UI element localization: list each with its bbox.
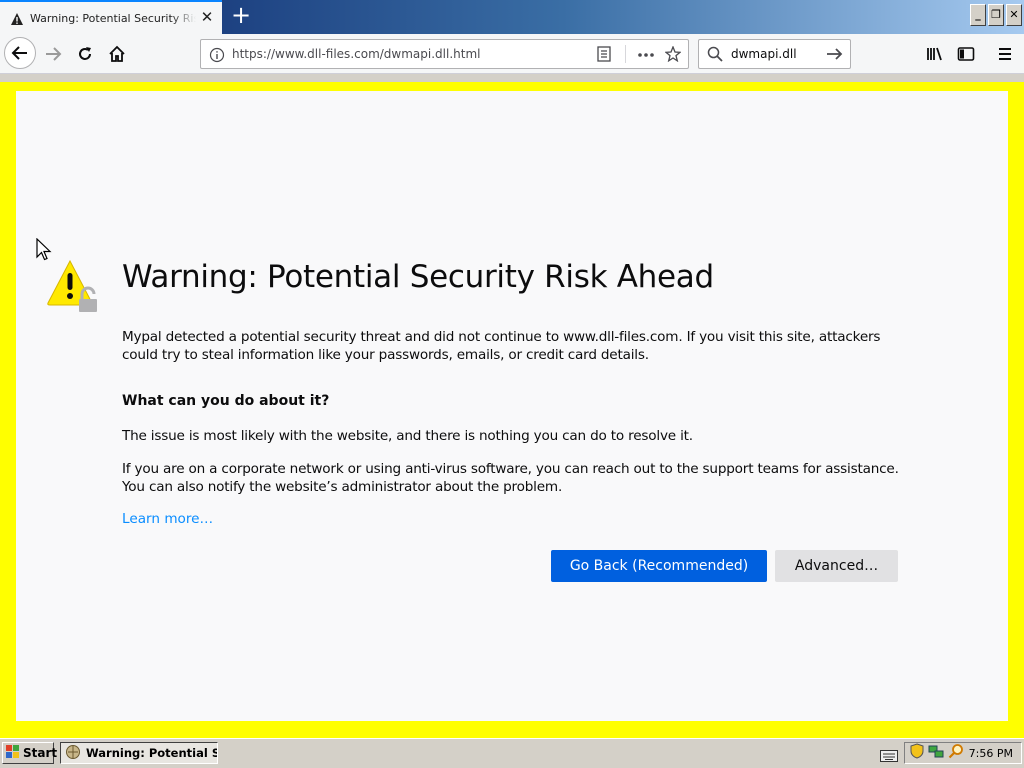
search-bar[interactable]: dwmapi.dll (698, 39, 851, 69)
reload-icon (79, 47, 91, 60)
browser-app-icon (65, 744, 81, 763)
system-tray: 7:56 PM (904, 742, 1022, 764)
security-warning-icon (46, 259, 100, 313)
hamburger-menu-icon (999, 48, 1011, 60)
intro-text: Mypal detected a potential security thre… (122, 329, 881, 363)
library-button[interactable] (920, 39, 950, 69)
back-button[interactable] (4, 37, 36, 69)
page-frame: Warning: Potential Security Risk Ahead M… (0, 82, 1024, 738)
explanation-text: The issue is most likely with the websit… (122, 428, 693, 444)
reload-button[interactable] (70, 39, 100, 69)
minimize-button[interactable]: _ (970, 4, 986, 26)
tab-strip: Warning: Potential Security Risk Ahead ✕… (0, 0, 1024, 34)
tab-close-icon[interactable]: ✕ (200, 10, 214, 25)
start-label: Start (23, 746, 58, 760)
forward-button[interactable] (38, 39, 68, 69)
mouse-cursor-icon (36, 237, 52, 262)
menu-button[interactable] (990, 39, 1020, 69)
error-page: Warning: Potential Security Risk Ahead M… (16, 91, 1008, 721)
bookmark-star-icon[interactable] (664, 45, 682, 66)
search-input[interactable]: dwmapi.dll (731, 47, 797, 61)
url-text[interactable]: https://www.dll-files.com/dwmapi.dll.htm… (232, 47, 480, 61)
clock: 7:56 PM (968, 746, 1013, 760)
support-text: If you are on a corporate network or usi… (122, 461, 899, 495)
go-back-button[interactable]: Go Back (Recommended) (551, 550, 767, 582)
url-separator (625, 45, 626, 63)
tab-active[interactable]: Warning: Potential Security Risk Ahead ✕ (0, 0, 222, 34)
library-icon (927, 47, 942, 61)
page-actions-icon[interactable] (637, 47, 655, 66)
info-icon[interactable] (209, 47, 225, 67)
sidebar-icon (957, 47, 975, 61)
navigation-toolbar: https://www.dll-files.com/dwmapi.dll.htm… (0, 34, 1024, 74)
taskbar-window-title: Warning: Potential Se... (86, 746, 217, 760)
close-window-button[interactable]: ✕ (1006, 4, 1022, 26)
keyboard-icon[interactable] (880, 747, 898, 766)
taskbar-window-item[interactable]: Warning: Potential Se... (60, 742, 218, 764)
section-heading: What can you do about it? (122, 393, 330, 409)
learn-more-link[interactable]: Learn more… (122, 511, 213, 527)
windows-logo-icon (6, 744, 20, 762)
security-shield-icon[interactable] (910, 743, 924, 763)
home-button[interactable] (102, 39, 132, 69)
taskbar: Start Warning: Potential Se... 7:56 PM (0, 738, 1024, 768)
url-bar[interactable]: https://www.dll-files.com/dwmapi.dll.htm… (200, 39, 689, 69)
new-tab-button[interactable]: + (228, 3, 254, 29)
page-title: Warning: Potential Security Risk Ahead (122, 259, 714, 295)
search-go-icon[interactable] (826, 46, 844, 66)
search-icon (707, 46, 723, 66)
network-icon[interactable] (928, 743, 944, 763)
home-icon (109, 45, 125, 62)
advanced-button[interactable]: Advanced… (775, 550, 898, 582)
magnifier-icon[interactable] (948, 743, 964, 763)
window-controls: _ ❐ ✕ (970, 4, 1022, 26)
warning-icon (10, 11, 24, 25)
forward-arrow-icon (46, 47, 62, 61)
start-button[interactable]: Start (2, 742, 58, 764)
tab-title: Warning: Potential Security Risk Ahead (30, 11, 196, 25)
reader-view-icon[interactable] (597, 46, 611, 66)
sidebar-button[interactable] (951, 39, 981, 69)
restore-button[interactable]: ❐ (988, 4, 1004, 26)
back-arrow-icon (11, 46, 27, 60)
